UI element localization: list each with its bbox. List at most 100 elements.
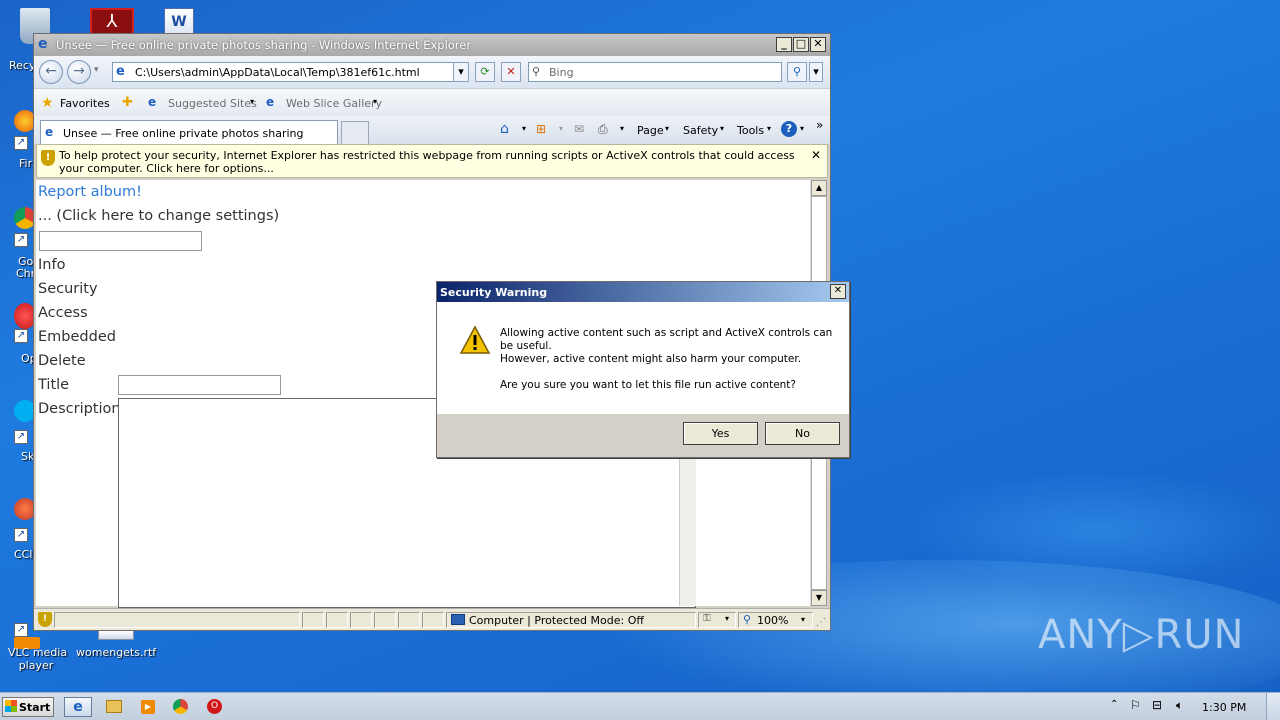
zoom-cell[interactable]: ⚲ 100% ▾: [738, 612, 813, 628]
scroll-down-button[interactable]: ▼: [811, 590, 827, 606]
mail-icon[interactable]: ✉: [574, 122, 584, 136]
shortcut-arrow-icon: ↗: [14, 233, 28, 247]
show-hidden-icons[interactable]: ⌃: [1110, 699, 1118, 710]
dialog-message: Allowing active content such as script a…: [500, 327, 835, 392]
history-dropdown-icon[interactable]: ▾: [94, 65, 99, 75]
settings-input[interactable]: [39, 231, 202, 251]
information-bar[interactable]: ! To help protect your security, Interne…: [36, 144, 828, 178]
close-icon[interactable]: ✕: [811, 148, 821, 162]
chevron-down-icon[interactable]: ▾: [800, 124, 804, 133]
security-section[interactable]: Security: [38, 281, 98, 297]
clock[interactable]: 1:30 PM: [1202, 701, 1246, 714]
status-cell: [350, 612, 372, 628]
chevron-more-icon[interactable]: »: [816, 118, 823, 132]
chevron-down-icon[interactable]: ▾: [767, 124, 771, 133]
delete-section[interactable]: Delete: [38, 353, 86, 369]
help-icon[interactable]: ?: [781, 121, 797, 137]
dialog-titlebar[interactable]: Security Warning ✕: [437, 282, 849, 302]
desktop-icon-firefox[interactable]: ↗: [14, 110, 36, 150]
close-button[interactable]: ✕: [810, 37, 826, 52]
desktop-icon-ccleaner[interactable]: ↗: [14, 498, 36, 542]
search-box[interactable]: ⚲ Bing: [528, 62, 782, 82]
desktop-icon-word[interactable]: W: [164, 8, 208, 36]
stop-button[interactable]: ✕: [501, 62, 521, 82]
forward-button[interactable]: →: [67, 60, 91, 84]
dialog-line-2: However, active content might also harm …: [500, 353, 802, 365]
title-input[interactable]: [118, 375, 281, 395]
favorites-button[interactable]: Favorites: [60, 97, 110, 110]
search-options-button[interactable]: ▾: [809, 62, 823, 82]
chevron-down-icon[interactable]: ▾: [620, 124, 624, 133]
dialog-line-3: Are you sure you want to let this file r…: [500, 379, 796, 391]
embedded-section[interactable]: Embedded: [38, 329, 116, 345]
page-menu[interactable]: Page: [637, 124, 664, 137]
zoom-level: 100%: [757, 614, 789, 627]
taskbar-opera-button[interactable]: O: [200, 697, 228, 717]
status-text-cell: [54, 612, 300, 628]
back-button[interactable]: ←: [39, 60, 63, 84]
maximize-button[interactable]: □: [793, 37, 809, 52]
ie-logo-icon: e: [38, 36, 48, 52]
scroll-up-button[interactable]: ▲: [811, 180, 827, 196]
safety-menu[interactable]: Safety: [683, 124, 718, 137]
acrobat-icon: ⅄: [106, 11, 118, 32]
volume-icon[interactable]: 🔈︎: [1176, 698, 1183, 713]
tools-menu[interactable]: Tools: [737, 124, 764, 137]
access-section[interactable]: Access: [38, 305, 88, 321]
chrome-icon: [173, 699, 188, 714]
chevron-down-icon[interactable]: ▾: [250, 97, 254, 106]
taskbar-media-player-button[interactable]: ▶: [134, 697, 162, 717]
web-slice-gallery-link[interactable]: Web Slice Gallery: [286, 97, 382, 110]
info-section[interactable]: Info: [38, 257, 65, 273]
ie-titlebar[interactable]: e Unsee — Free online private photos sha…: [34, 34, 830, 56]
action-center-flag-icon[interactable]: ⚐: [1130, 698, 1141, 712]
desktop-icon-chrome[interactable]: ↗: [14, 207, 36, 247]
search-button[interactable]: ⚲: [787, 62, 807, 82]
dialog-close-button[interactable]: ✕: [830, 284, 846, 299]
computer-icon: [451, 614, 465, 625]
chevron-down-icon[interactable]: ▾: [665, 124, 669, 133]
page-icon: e: [116, 64, 125, 79]
tab-label: Unsee — Free online private photos shari…: [63, 127, 304, 140]
suggested-sites-link[interactable]: Suggested Sites: [168, 97, 257, 110]
print-icon[interactable]: ⎙: [598, 122, 608, 137]
desktop-icon-opera[interactable]: ↗: [14, 303, 36, 343]
network-icon[interactable]: ⊟: [1152, 698, 1162, 712]
search-input[interactable]: Bing: [549, 66, 574, 79]
address-dropdown-button[interactable]: ▾: [453, 62, 469, 82]
taskbar-chrome-button[interactable]: [166, 697, 194, 717]
tab-unsee[interactable]: e Unsee — Free online private photos sha…: [40, 120, 338, 144]
desktop-icon-skype[interactable]: ↗: [14, 400, 36, 444]
dialog-line-1: Allowing active content such as script a…: [500, 327, 833, 352]
taskbar-explorer-button[interactable]: [100, 697, 128, 717]
address-input[interactable]: C:\Users\admin\AppData\Local\Temp\381ef6…: [135, 66, 420, 79]
chevron-down-icon[interactable]: ▾: [522, 124, 526, 133]
protected-mode-cell[interactable]: ⚿ ▾: [698, 612, 736, 628]
change-settings-link[interactable]: ... (Click here to change settings): [38, 208, 279, 224]
zone-cell[interactable]: Computer | Protected Mode: Off: [446, 612, 696, 628]
address-bar[interactable]: e C:\Users\admin\AppData\Local\Temp\381e…: [112, 62, 468, 82]
information-bar-text[interactable]: To help protect your security, Internet …: [59, 149, 809, 175]
chevron-down-icon[interactable]: ▾: [373, 97, 377, 106]
resize-grip[interactable]: ⋰: [816, 617, 826, 628]
report-album-link[interactable]: Report album!: [38, 184, 142, 200]
home-icon[interactable]: ⌂: [500, 121, 509, 137]
taskbar-ie-button[interactable]: e: [64, 697, 92, 717]
rtf-file-icon[interactable]: [98, 630, 134, 640]
desktop-icon-acrobat[interactable]: ⅄: [90, 8, 134, 36]
add-favorite-icon[interactable]: ✚: [122, 95, 133, 110]
feeds-icon[interactable]: ⊞: [536, 122, 546, 136]
folder-icon: [106, 700, 122, 713]
chevron-down-icon[interactable]: ▾: [720, 124, 724, 133]
shield-warning-icon[interactable]: !: [38, 612, 52, 627]
refresh-button[interactable]: ⟳: [475, 62, 495, 82]
minimize-button[interactable]: _: [776, 37, 792, 52]
no-button[interactable]: No: [765, 422, 840, 445]
start-button[interactable]: Start: [2, 697, 54, 717]
show-desktop-button[interactable]: [1266, 693, 1280, 720]
description-label: Description: [38, 401, 121, 417]
yes-button[interactable]: Yes: [683, 422, 758, 445]
windows-logo-icon: [5, 700, 17, 712]
status-bar: ! Computer | Protected Mode: Off ⚿ ▾ ⚲ 1…: [34, 608, 830, 630]
new-tab-button[interactable]: [341, 121, 369, 144]
